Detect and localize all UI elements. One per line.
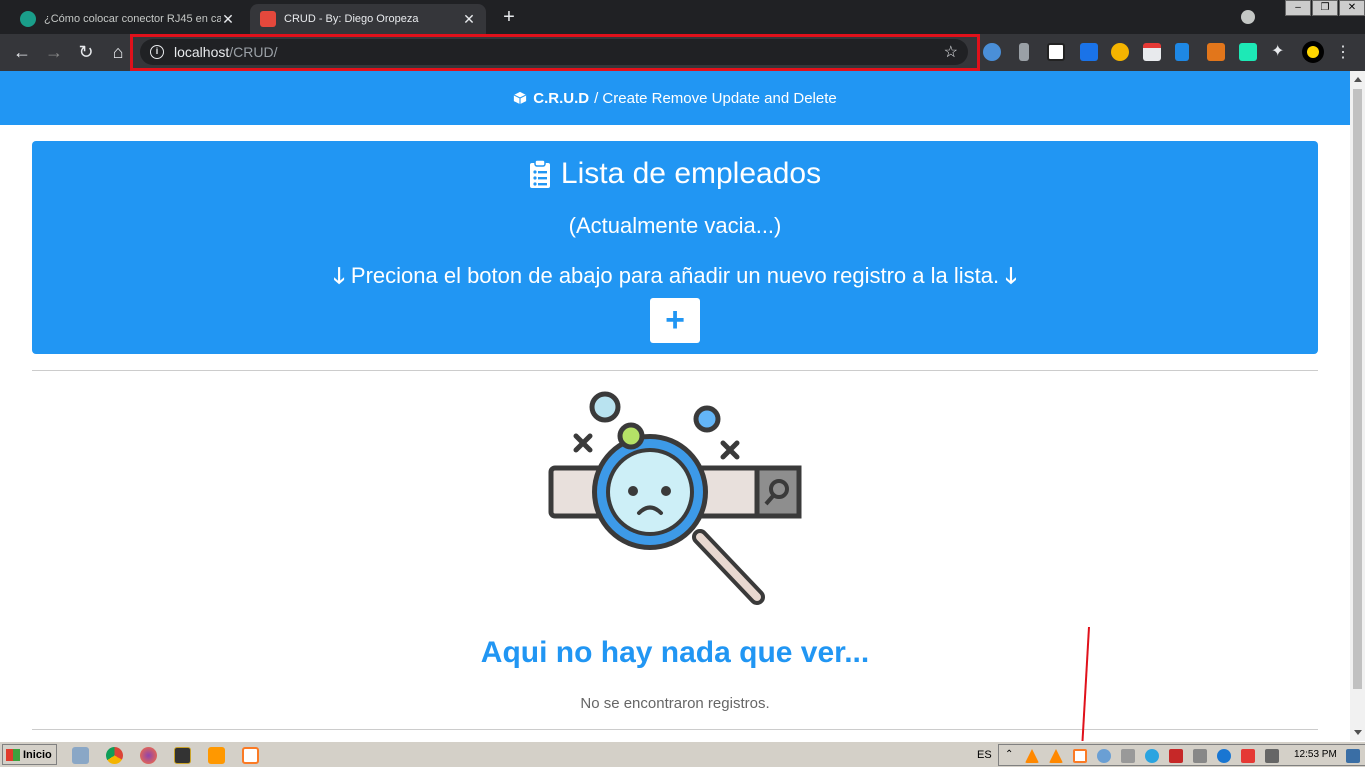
page-title-text: Lista de empleados	[560, 157, 822, 190]
add-hint-text: Preciona el boton de abajo para añadir u…	[350, 263, 1000, 288]
divider	[32, 729, 1318, 730]
forward-arrow-icon[interactable]: →	[42, 40, 66, 64]
clipboard-list-icon	[529, 159, 550, 188]
browser-menu-icon[interactable]: ⋮	[1335, 42, 1351, 62]
system-clock[interactable]: 12:53 PM	[1294, 749, 1337, 760]
connection-icon[interactable]	[1265, 749, 1279, 763]
arrow-down-icon: 🡓	[1005, 263, 1017, 288]
vlc-icon[interactable]	[1049, 749, 1063, 763]
extension-metamask-icon[interactable]	[1207, 43, 1225, 61]
input-language[interactable]: ES	[977, 749, 992, 761]
windows-logo-icon	[6, 748, 20, 761]
chrome-icon[interactable]	[106, 747, 123, 764]
speaker-icon[interactable]	[1193, 749, 1207, 763]
extension-owl-icon[interactable]	[1111, 43, 1129, 61]
extension-gadget-icon[interactable]	[1019, 43, 1029, 61]
globe-icon[interactable]	[1097, 749, 1111, 763]
window-controls: – ❐ ✕	[1284, 0, 1365, 18]
app-brand[interactable]: C.R.U.D	[533, 90, 589, 107]
clipboard-tray-icon[interactable]	[1121, 749, 1135, 763]
empty-state-message: No se encontraron registros.	[580, 695, 770, 712]
back-arrow-icon[interactable]: ←	[10, 40, 34, 64]
os-taskbar: Inicio ES ⌃ 12:53 PM	[0, 741, 1365, 767]
app-tagline: / Create Remove Update and Delete	[594, 89, 837, 107]
new-tab-button[interactable]: +	[498, 6, 520, 28]
network-icon[interactable]	[1145, 749, 1159, 763]
scroll-down-icon[interactable]	[1354, 730, 1362, 735]
site-favicon-icon	[20, 11, 36, 27]
arrow-down-icon: 🡓	[333, 263, 345, 288]
annotation-arrow	[1081, 626, 1090, 741]
notification-icon[interactable]	[1217, 749, 1231, 763]
security-alert-icon[interactable]	[1241, 749, 1255, 763]
tab-search-icon[interactable]	[1241, 10, 1255, 24]
page-title: Lista de empleados	[32, 157, 1318, 191]
extensions-puzzle-icon[interactable]: ✦	[1271, 43, 1289, 61]
employee-list-panel: Lista de empleados (Actualmente vacia...…	[32, 141, 1318, 354]
empty-search-illustration	[548, 391, 802, 605]
firefox-icon[interactable]	[140, 747, 157, 764]
extension-compass-icon[interactable]	[983, 43, 1001, 61]
cube-icon	[513, 91, 527, 105]
scroll-up-icon[interactable]	[1354, 77, 1362, 82]
browser-tab-strip: ¿Cómo colocar conector RJ45 en ca ✕ CRUD…	[0, 0, 1365, 34]
close-tab-icon[interactable]: ✕	[462, 11, 476, 28]
extension-robot-icon[interactable]	[1239, 43, 1257, 61]
app-navbar: C.R.U.D / Create Remove Update and Delet…	[0, 71, 1350, 125]
sublime-icon[interactable]	[208, 747, 225, 764]
page-viewport: C.R.U.D / Create Remove Update and Delet…	[0, 71, 1350, 741]
extension-translate-icon[interactable]	[1080, 43, 1098, 61]
pacman-avatar-icon	[1307, 46, 1319, 58]
minimize-icon[interactable]: –	[1285, 0, 1311, 16]
start-button[interactable]: Inicio	[2, 744, 57, 765]
tab-rj45[interactable]: ¿Cómo colocar conector RJ45 en ca ✕	[10, 4, 245, 34]
reload-icon[interactable]: ↻	[74, 40, 98, 64]
add-hint: 🡓 Preciona el boton de abajo para añadir…	[32, 259, 1318, 297]
volume-muted-icon[interactable]	[1169, 749, 1183, 763]
list-status: (Actualmente vacia...)	[568, 213, 782, 238]
restore-icon[interactable]: ❐	[1312, 0, 1338, 16]
address-bar-highlight	[130, 34, 980, 71]
empty-state-title: Aqui no hay nada que ver...	[480, 636, 870, 669]
tab-crud[interactable]: CRUD - By: Diego Oropeza ✕	[250, 4, 486, 34]
crud-favicon-icon	[260, 11, 276, 27]
tab-title: CRUD - By: Diego Oropeza	[284, 13, 419, 25]
extension-shield-icon[interactable]	[1175, 43, 1189, 61]
close-window-icon[interactable]: ✕	[1339, 0, 1365, 16]
scrollbar-thumb[interactable]	[1353, 89, 1362, 689]
close-tab-icon[interactable]: ✕	[221, 11, 235, 28]
add-record-button[interactable]: +	[650, 298, 700, 343]
xampp-icon[interactable]	[242, 747, 259, 764]
extension-notion-icon[interactable]	[1047, 43, 1065, 61]
start-label: Inicio	[23, 748, 52, 761]
vlc-icon[interactable]	[1025, 749, 1039, 763]
extension-window-icon[interactable]	[1143, 43, 1161, 61]
xampp-tray-icon[interactable]	[1073, 749, 1087, 763]
pdf-icon[interactable]	[174, 747, 191, 764]
divider	[32, 370, 1318, 371]
page-scrollbar[interactable]	[1350, 71, 1365, 741]
profile-avatar[interactable]	[1302, 41, 1324, 63]
home-icon[interactable]: ⌂	[106, 40, 130, 64]
explorer-icon[interactable]	[72, 747, 89, 764]
tray-expand-icon[interactable]: ⌃	[1005, 749, 1019, 763]
show-desktop-icon[interactable]	[1346, 749, 1360, 763]
tab-title: ¿Cómo colocar conector RJ45 en ca	[44, 13, 221, 25]
